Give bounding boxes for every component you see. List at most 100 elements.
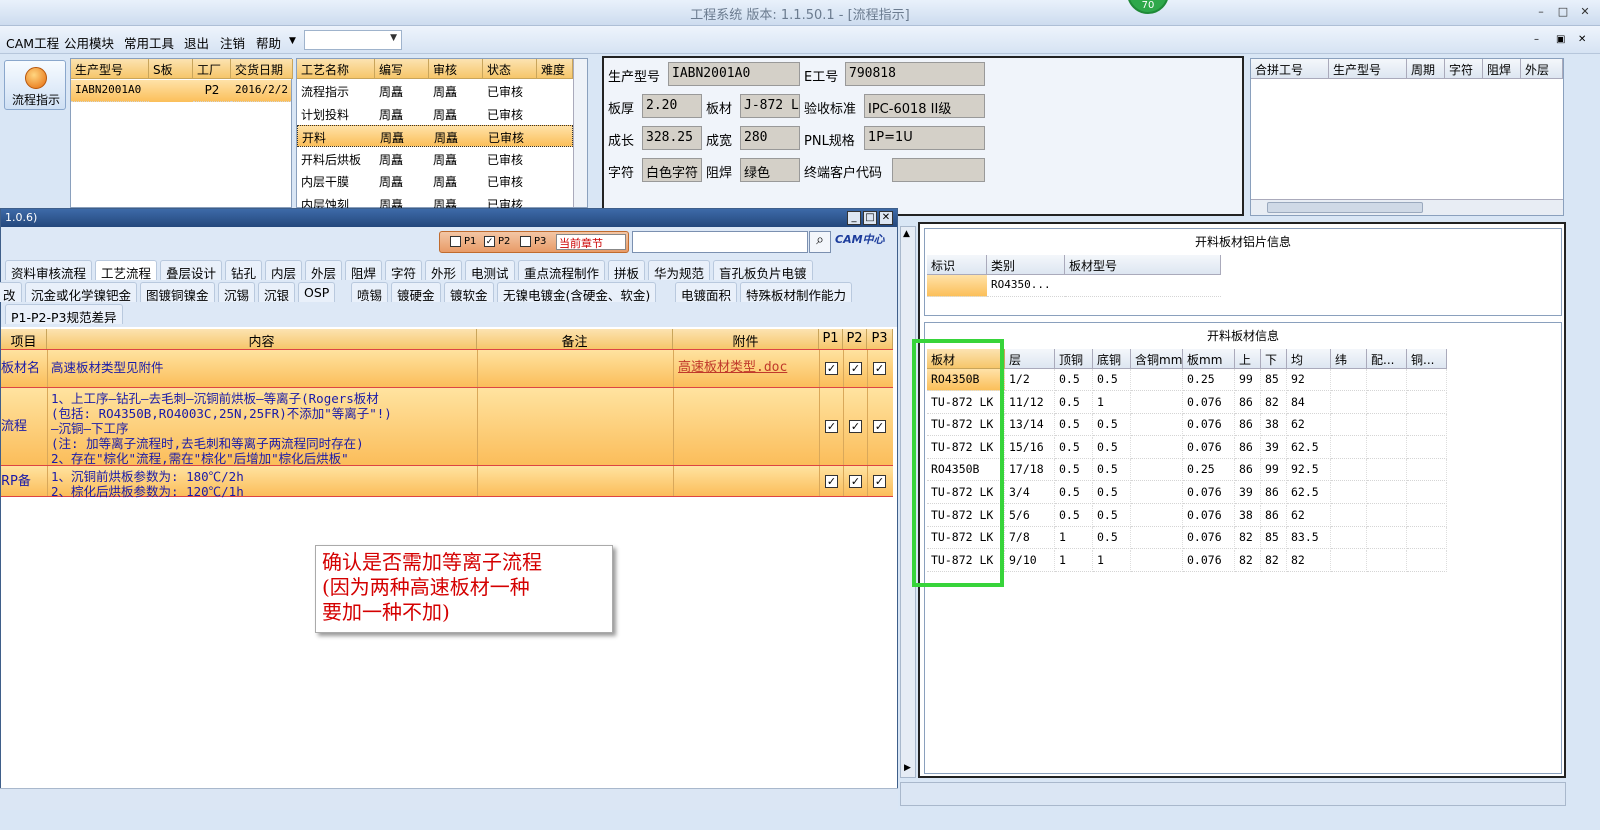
col-header[interactable]: 板mm <box>1183 349 1235 369</box>
width-field[interactable]: 280 <box>740 126 800 150</box>
table-row[interactable]: TU-872 LK 7/8 1 0.5 0.076 82 85 83.5 <box>927 527 1467 550</box>
col-header[interactable]: 生产型号 <box>71 59 149 79</box>
flow-instruction-button[interactable]: 流程指示 <box>4 60 66 110</box>
menu-exit[interactable]: 退出 <box>184 33 209 52</box>
length-field[interactable]: 328.25 <box>642 126 702 150</box>
tab-row1-0[interactable]: 资料审核流程 <box>5 260 93 281</box>
table-row[interactable]: 流程指示 周矗 周矗 已审核 <box>297 80 573 102</box>
menu-tools[interactable]: 常用工具 <box>124 33 174 52</box>
col-header[interactable]: 交货日期 <box>231 59 293 79</box>
menu-public[interactable]: 公用模块 <box>64 33 114 52</box>
table-row[interactable]: RO4350B 17/18 0.5 0.5 0.25 86 99 92.5 <box>927 459 1467 482</box>
col-header[interactable]: 审核 <box>429 59 483 79</box>
table-row[interactable]: TU-872 LK 15/16 0.5 0.5 0.076 86 39 62.5 <box>927 436 1467 459</box>
col-header[interactable]: 工艺名称 <box>297 59 375 79</box>
tab-row1-9[interactable]: 电测试 <box>465 260 515 281</box>
thickness-field[interactable]: 2.20 <box>642 94 702 118</box>
tab-row1-5[interactable]: 外层 <box>305 260 343 281</box>
p1-checkbox[interactable]: ✓ <box>825 362 838 375</box>
col-header[interactable]: 纬 <box>1331 349 1367 369</box>
minimize-icon[interactable]: – <box>1534 5 1548 19</box>
content-row[interactable]: 流程 1、上工序—钻孔—去毛刺—沉铜前烘板—等离子(Rogers板材 (包括: R… <box>1 387 893 466</box>
help-dropdown-icon[interactable]: ▼ <box>289 36 296 46</box>
tab-row2-4[interactable]: 沉银 <box>258 282 296 303</box>
col-header[interactable]: 状态 <box>483 59 537 79</box>
menu-logout[interactable]: 注销 <box>220 33 245 52</box>
col-header[interactable]: 标识 <box>927 255 987 275</box>
p3-checkbox[interactable]: ✓ <box>873 475 886 488</box>
col-header[interactable]: 工厂 <box>193 59 231 79</box>
col-header[interactable]: 字符 <box>1445 59 1483 79</box>
tab-row1-4[interactable]: 内层 <box>265 260 303 281</box>
col-header[interactable]: 合拼工号 <box>1251 59 1329 79</box>
tab-row2-3[interactable]: 沉锡 <box>218 282 256 303</box>
col-header[interactable]: S板 <box>149 59 193 79</box>
tab-row2-10[interactable]: 电镀面积 <box>675 282 738 303</box>
mdi-minimize-icon[interactable]: – <box>1534 34 1539 45</box>
tab-row2-0[interactable]: 改 <box>0 282 22 303</box>
col-header[interactable]: 阻焊 <box>1483 59 1521 79</box>
mdi-restore-icon[interactable]: ▣ <box>1556 34 1565 45</box>
col-header[interactable]: 外层 <box>1521 59 1563 79</box>
menu-cam[interactable]: CAM工程 <box>6 33 59 52</box>
scroll-right-icon[interactable]: ▶ <box>904 763 911 773</box>
tab-row2-8[interactable]: 镀软金 <box>444 282 494 303</box>
module-combo[interactable]: ▼ <box>304 30 402 50</box>
eno-field[interactable]: 790818 <box>845 62 985 86</box>
tab-row3-0[interactable]: P1-P2-P3规范差异 <box>5 304 123 325</box>
table-row[interactable]: TU-872 LK 5/6 0.5 0.5 0.076 38 86 62 <box>927 504 1467 527</box>
p3-checkbox[interactable]: ✓ <box>873 362 886 375</box>
table-row[interactable]: RO4350B 1/2 0.5 0.5 0.25 99 85 92 <box>927 369 1467 391</box>
table-row[interactable]: TU-872 LK 9/10 1 1 0.076 82 82 82 <box>927 549 1467 572</box>
search-input[interactable] <box>632 231 808 253</box>
p2-checkbox[interactable]: ✓ <box>484 236 495 247</box>
tab-row1-6[interactable]: 阻焊 <box>345 260 383 281</box>
table-row[interactable]: TU-872 LK 13/14 0.5 0.5 0.076 86 38 62 <box>927 414 1467 437</box>
mdi-close-icon[interactable]: ✕ <box>1578 34 1586 45</box>
model-field[interactable]: IABN2001A0 <box>668 62 800 86</box>
tab-row2-11[interactable]: 特殊板材制作能力 <box>740 282 853 303</box>
tab-row1-2[interactable]: 叠层设计 <box>160 260 223 281</box>
win-minimize-icon[interactable]: _ <box>847 211 861 225</box>
col-header[interactable]: 顶铜 <box>1055 349 1093 369</box>
col-header[interactable]: 生产型号 <box>1329 59 1407 79</box>
material-field[interactable]: J-872 LK <box>740 94 800 118</box>
table-row[interactable]: 内层干膜 周矗 周矗 已审核 <box>297 170 573 192</box>
win-maximize-icon[interactable]: □ <box>863 211 877 225</box>
standard-field[interactable]: IPC-6018 II级 <box>864 94 985 118</box>
col-header[interactable]: 底铜 <box>1093 349 1131 369</box>
attachment-link[interactable]: 高速板材类型.doc <box>678 360 787 375</box>
pnl-field[interactable]: 1P=1U <box>864 126 985 150</box>
col-header[interactable]: 含铜mm <box>1131 349 1183 369</box>
table-row[interactable]: 开料 周矗 周矗 已审核 <box>297 125 573 147</box>
merge-hscrollbar[interactable] <box>1251 199 1563 215</box>
col-header[interactable]: 类别 <box>987 255 1065 275</box>
foil-cell[interactable] <box>1065 275 1221 297</box>
tab-row1-3[interactable]: 钻孔 <box>225 260 263 281</box>
win-close-icon[interactable]: ✕ <box>879 211 893 225</box>
menu-help[interactable]: 帮助 <box>256 33 281 52</box>
col-header[interactable]: 周期 <box>1407 59 1445 79</box>
p2-checkbox[interactable]: ✓ <box>849 475 862 488</box>
process-scrollbar[interactable] <box>573 59 587 207</box>
customer-field[interactable] <box>892 158 985 182</box>
foil-cell[interactable] <box>927 275 987 297</box>
tab-row1-8[interactable]: 外形 <box>425 260 463 281</box>
p1-checkbox[interactable]: ✓ <box>825 475 838 488</box>
col-header[interactable]: 均 <box>1287 349 1331 369</box>
col-header[interactable]: 配... <box>1367 349 1407 369</box>
table-row[interactable]: TU-872 LK 3/4 0.5 0.5 0.076 39 86 62.5 <box>927 482 1467 504</box>
tab-row2-2[interactable]: 图镀铜镍金 <box>140 282 215 303</box>
foil-cell[interactable]: RO4350... <box>987 275 1065 297</box>
p3-checkbox[interactable] <box>520 236 531 247</box>
tab-row1-10[interactable]: 重点流程制作 <box>518 260 606 281</box>
p1-checkbox[interactable]: ✓ <box>825 420 838 433</box>
p2-checkbox[interactable]: ✓ <box>849 420 862 433</box>
table-row[interactable]: 计划投料 周矗 周矗 已审核 <box>297 103 573 125</box>
col-header[interactable]: 铜... <box>1407 349 1447 369</box>
tab-row2-5[interactable]: OSP <box>298 282 336 302</box>
p2-checkbox[interactable]: ✓ <box>849 362 862 375</box>
p1-checkbox[interactable] <box>450 236 461 247</box>
table-row[interactable]: 开料后烘板 周矗 周矗 已审核 <box>297 148 573 170</box>
tab-row1-13[interactable]: 盲孔板负片电镀 <box>713 260 813 281</box>
